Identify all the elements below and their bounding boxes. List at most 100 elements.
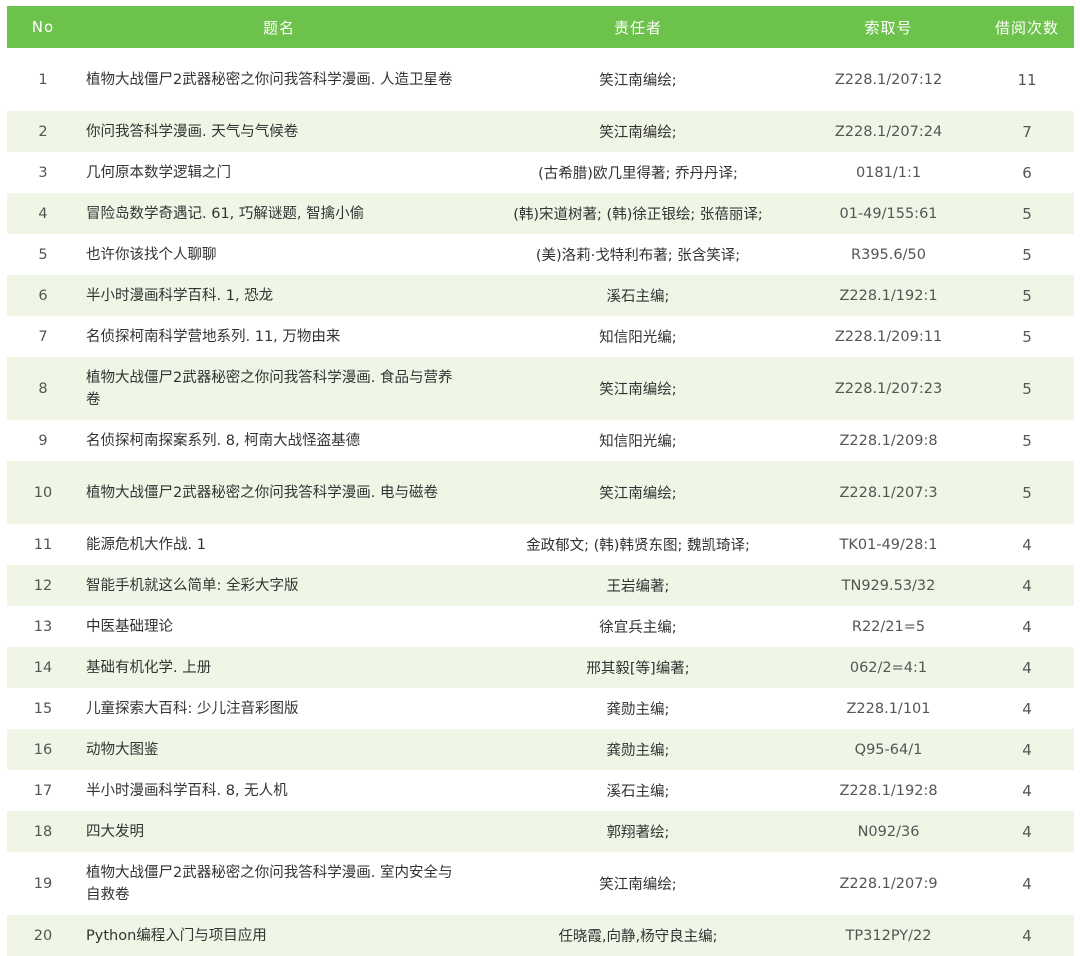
row-no: 12 <box>7 565 79 606</box>
row-borrow-count: 4 <box>980 915 1074 956</box>
row-title: 儿童探索大百科: 少儿注音彩图版 <box>86 700 299 717</box>
row-borrow-count: 4 <box>1022 699 1032 718</box>
row-no: 16 <box>7 729 79 770</box>
row-no: 1 <box>38 71 48 88</box>
row-title: 半小时漫画科学百科. 8, 无人机 <box>86 782 288 799</box>
row-call-number: R22/21=5 <box>851 618 926 635</box>
row-borrow-count: 4 <box>1022 535 1032 554</box>
table-row: 9 名侦探柯南探案系列. 8, 柯南大战怪盗基德 知信阳光编; Z228.1/209:… <box>7 420 1074 461</box>
row-call-number: Z228.1/207:12 <box>834 71 943 88</box>
header-title: 题名 <box>79 6 479 48</box>
row-author: 知信阳光编; <box>599 434 677 450</box>
row-no: 9 <box>38 432 48 449</box>
header-no: No <box>7 6 79 48</box>
table-row: 15 儿童探索大百科: 少儿注音彩图版 龚勋主编; Z228.1/101 4 <box>7 688 1074 729</box>
row-title: 植物大战僵尸2武器秘密之你问我答科学漫画. 食品与营养卷 <box>79 357 479 420</box>
row-title: 名侦探柯南探案系列. 8, 柯南大战怪盗基德 <box>86 432 361 449</box>
row-call-number: N092/36 <box>797 811 980 852</box>
row-call-number: Q95-64/1 <box>797 729 980 770</box>
row-title: 能源危机大作战. 1 <box>86 536 206 553</box>
row-title: 半小时漫画科学百科. 1, 恐龙 <box>79 275 479 316</box>
row-borrow-count: 5 <box>980 461 1074 524</box>
row-author: 溪石主编; <box>606 784 670 800</box>
row-borrow-count: 5 <box>1022 245 1032 264</box>
row-author: 溪石主编; <box>479 275 797 316</box>
row-author: 金政郁文; (韩)韩贤东图; 魏凯琦译; <box>526 538 750 554</box>
row-no: 17 <box>33 782 53 799</box>
table-row: 18 四大发明 郭翔著绘; N092/36 4 <box>7 811 1074 852</box>
row-no: 5 <box>38 246 48 263</box>
row-author: 笑江南编绘; <box>479 357 797 420</box>
row-borrow-count: 4 <box>1022 617 1032 636</box>
row-title: 也许你该找个人聊聊 <box>86 246 217 263</box>
row-title: 智能手机就这么简单: 全彩大字版 <box>79 565 479 606</box>
table-row: 7 名侦探柯南科学营地系列. 11, 万物由来 知信阳光编; Z228.1/209:1… <box>7 316 1074 357</box>
row-call-number: Z228.1/207:9 <box>839 875 938 892</box>
row-author: 龚勋主编; <box>479 729 797 770</box>
row-author: 邢其毅[等]编著; <box>479 647 797 688</box>
row-call-number: 01-49/155:61 <box>797 193 980 234</box>
row-no: 20 <box>7 915 79 956</box>
row-title: 名侦探柯南科学营地系列. 11, 万物由来 <box>86 328 341 345</box>
table-row: 16 动物大图鉴 龚勋主编; Q95-64/1 4 <box>7 729 1074 770</box>
row-borrow-count: 5 <box>980 357 1074 420</box>
row-author: 笑江南编绘; <box>479 461 797 524</box>
row-call-number: 0181/1:1 <box>855 164 922 181</box>
row-author: 郭翔著绘; <box>479 811 797 852</box>
row-no: 8 <box>7 357 79 420</box>
row-no: 10 <box>7 461 79 524</box>
borrow-ranking-table-container: No 题名 责任者 索取号 借阅次数 1 植物大战僵尸2武器秘密之你问我答科学漫画… <box>7 6 1074 956</box>
row-title: Python编程入门与项目应用 <box>79 915 479 956</box>
row-no: 14 <box>7 647 79 688</box>
row-title: 几何原本数学逻辑之门 <box>86 164 231 181</box>
row-no: 11 <box>33 536 53 553</box>
header-author: 责任者 <box>479 6 797 48</box>
row-call-number: TN929.53/32 <box>797 565 980 606</box>
row-borrow-count: 5 <box>1022 431 1032 450</box>
header-call-number: 索取号 <box>797 6 980 48</box>
row-call-number: R395.6/50 <box>851 246 926 263</box>
row-borrow-count: 5 <box>980 193 1074 234</box>
table-header-row: No 题名 责任者 索取号 借阅次数 <box>7 6 1074 48</box>
row-author: 王岩编著; <box>479 565 797 606</box>
table-row: 14 基础有机化学. 上册 邢其毅[等]编著; 062/2=4:1 4 <box>7 647 1074 688</box>
row-title: 冒险岛数学奇遇记. 61, 巧解谜题, 智擒小偷 <box>79 193 479 234</box>
row-no: 15 <box>33 700 53 717</box>
row-borrow-count: 4 <box>1022 781 1032 800</box>
row-borrow-count: 4 <box>1022 874 1032 893</box>
table-row: 13 中医基础理论 徐宜兵主编; R22/21=5 4 <box>7 606 1074 647</box>
row-author: 笑江南编绘; <box>599 877 677 893</box>
table-body: 1 植物大战僵尸2武器秘密之你问我答科学漫画. 人造卫星卷 笑江南编绘; Z228.1… <box>7 48 1074 956</box>
row-title: 植物大战僵尸2武器秘密之你问我答科学漫画. 室内安全与自救卷 <box>86 864 453 903</box>
row-title: 你问我答科学漫画. 天气与气候卷 <box>79 111 479 152</box>
row-author: (韩)宋道树著; (韩)徐正银绘; 张蓓丽译; <box>479 193 797 234</box>
row-author: (古希腊)欧几里得著; 乔丹丹译; <box>538 166 738 182</box>
row-no: 19 <box>33 875 53 892</box>
row-borrow-count: 4 <box>980 729 1074 770</box>
row-no: 13 <box>33 618 53 635</box>
row-no: 6 <box>7 275 79 316</box>
row-no: 2 <box>7 111 79 152</box>
row-borrow-count: 4 <box>980 647 1074 688</box>
row-borrow-count: 11 <box>1017 70 1037 89</box>
table-row: 8 植物大战僵尸2武器秘密之你问我答科学漫画. 食品与营养卷 笑江南编绘; Z228.… <box>7 357 1074 420</box>
row-title: 四大发明 <box>79 811 479 852</box>
row-borrow-count: 5 <box>1022 327 1032 346</box>
row-call-number: Z228.1/101 <box>846 700 931 717</box>
row-borrow-count: 4 <box>980 811 1074 852</box>
row-borrow-count: 4 <box>980 565 1074 606</box>
row-author: 龚勋主编; <box>606 702 670 718</box>
table-row: 2 你问我答科学漫画. 天气与气候卷 笑江南编绘; Z228.1/207:24 7 <box>7 111 1074 152</box>
row-title: 动物大图鉴 <box>79 729 479 770</box>
row-no: 4 <box>7 193 79 234</box>
row-author: 笑江南编绘; <box>479 111 797 152</box>
row-call-number: Z228.1/192:1 <box>797 275 980 316</box>
row-call-number: Z228.1/207:23 <box>797 357 980 420</box>
borrow-ranking-table: No 题名 责任者 索取号 借阅次数 1 植物大战僵尸2武器秘密之你问我答科学漫画… <box>7 6 1074 956</box>
header-borrow-count: 借阅次数 <box>980 6 1074 48</box>
table-row: 6 半小时漫画科学百科. 1, 恐龙 溪石主编; Z228.1/192:1 5 <box>7 275 1074 316</box>
row-author: 知信阳光编; <box>599 330 677 346</box>
row-no: 3 <box>38 164 48 181</box>
table-row: 19 植物大战僵尸2武器秘密之你问我答科学漫画. 室内安全与自救卷 笑江南编绘; Z2… <box>7 852 1074 915</box>
table-row: 11 能源危机大作战. 1 金政郁文; (韩)韩贤东图; 魏凯琦译; TK01-49/… <box>7 524 1074 565</box>
